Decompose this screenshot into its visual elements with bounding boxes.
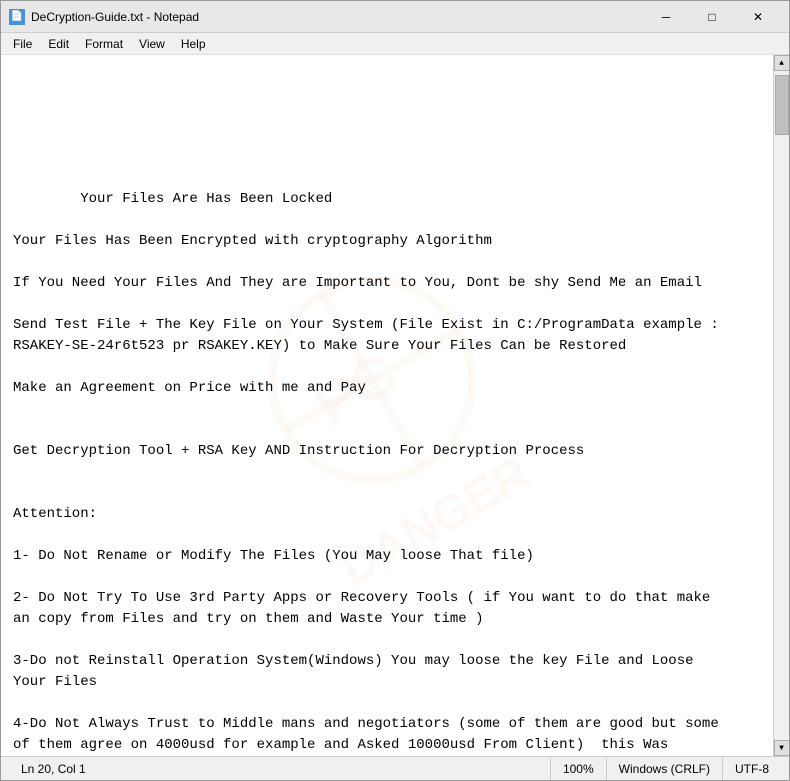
document-text: Your Files Are Has Been Locked Your File…: [13, 191, 719, 756]
menu-bar: File Edit Format View Help: [1, 33, 789, 55]
title-bar: 📄 DeCryption-Guide.txt - Notepad ─ □ ✕: [1, 1, 789, 33]
close-button[interactable]: ✕: [735, 1, 781, 33]
minimize-button[interactable]: ─: [643, 1, 689, 33]
scroll-up-button[interactable]: ▲: [774, 55, 790, 71]
status-line-ending: Windows (CRLF): [607, 757, 723, 780]
menu-format[interactable]: Format: [77, 35, 131, 53]
window-title: DeCryption-Guide.txt - Notepad: [31, 10, 643, 24]
app-icon: 📄: [9, 9, 25, 25]
editor-area: PC DANGER Your Files Are Has Been Locked…: [1, 55, 789, 756]
notepad-window: 📄 DeCryption-Guide.txt - Notepad ─ □ ✕ F…: [0, 0, 790, 781]
status-zoom: 100%: [551, 757, 607, 780]
scroll-down-button[interactable]: ▼: [774, 740, 790, 756]
line-ending: Windows (CRLF): [619, 762, 710, 776]
zoom-level: 100%: [563, 762, 594, 776]
menu-view[interactable]: View: [131, 35, 173, 53]
text-editor[interactable]: PC DANGER Your Files Are Has Been Locked…: [1, 55, 773, 756]
window-controls: ─ □ ✕: [643, 1, 781, 33]
menu-help[interactable]: Help: [173, 35, 214, 53]
scrollbar-thumb[interactable]: [775, 75, 789, 135]
menu-file[interactable]: File: [5, 35, 40, 53]
vertical-scrollbar[interactable]: ▲ ▼: [773, 55, 789, 756]
document-content: Your Files Are Has Been Locked Your File…: [13, 168, 761, 756]
status-position: Ln 20, Col 1: [9, 757, 551, 780]
scrollbar-track-area[interactable]: [774, 71, 789, 740]
menu-edit[interactable]: Edit: [40, 35, 77, 53]
status-bar: Ln 20, Col 1 100% Windows (CRLF) UTF-8: [1, 756, 789, 780]
cursor-position: Ln 20, Col 1: [21, 762, 86, 776]
maximize-button[interactable]: □: [689, 1, 735, 33]
status-encoding: UTF-8: [723, 757, 781, 780]
encoding: UTF-8: [735, 762, 769, 776]
